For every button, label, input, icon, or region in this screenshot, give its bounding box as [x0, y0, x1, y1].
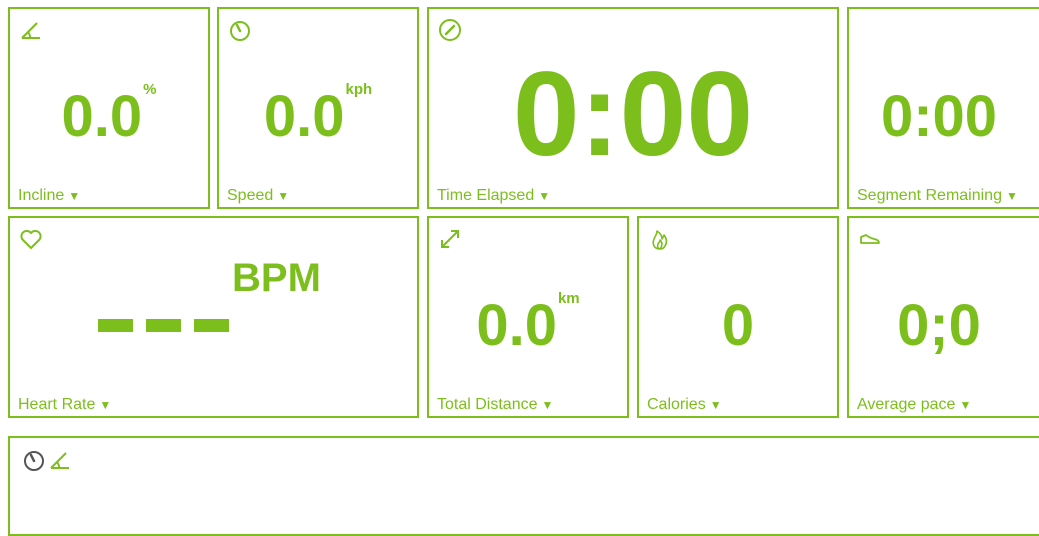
average-pace-value: 0;0	[897, 293, 981, 358]
workout-chart-panel	[8, 436, 1039, 536]
total-distance-label[interactable]: Total Distance ▼	[437, 396, 553, 414]
speedometer-icon	[228, 18, 252, 42]
time-elapsed-tile[interactable]: 0:00 Time Elapsed ▼	[427, 7, 839, 209]
calories-tile[interactable]: 0 Calories ▼	[637, 216, 839, 418]
segment-remaining-tile[interactable]: 0:00 Segment Remaining ▼	[847, 7, 1039, 209]
speed-value: 0.0kph	[263, 81, 373, 149]
expand-arrow-icon	[438, 227, 462, 251]
chart-icon-group	[22, 448, 72, 472]
incline-label[interactable]: Incline ▼	[18, 187, 80, 205]
calories-value: 0	[721, 293, 755, 358]
heart-rate-unit: BPM	[232, 256, 321, 300]
time-elapsed-value: 0:00	[512, 47, 754, 181]
speed-label[interactable]: Speed ▼	[227, 187, 289, 205]
shoe-icon	[858, 227, 882, 251]
incline-value: 0.0%	[61, 81, 157, 149]
total-distance-unit: km	[557, 290, 580, 307]
incline-unit: %	[143, 81, 157, 98]
dash	[194, 319, 229, 332]
dash	[146, 319, 181, 332]
dropdown-caret-icon[interactable]: ▼	[68, 189, 80, 203]
dropdown-caret-icon[interactable]: ▼	[710, 398, 722, 412]
calories-label[interactable]: Calories ▼	[647, 396, 722, 414]
time-elapsed-label[interactable]: Time Elapsed ▼	[437, 187, 550, 205]
speed-unit: kph	[345, 81, 373, 98]
total-distance-value: 0.0km	[476, 290, 580, 358]
dropdown-caret-icon[interactable]: ▼	[1006, 189, 1018, 203]
dash	[98, 319, 133, 332]
incline-icon	[19, 18, 43, 42]
speed-tile[interactable]: 0.0kph Speed ▼	[217, 7, 419, 209]
dropdown-caret-icon[interactable]: ▼	[99, 398, 111, 412]
heart-icon	[19, 227, 43, 251]
average-pace-label[interactable]: Average pace ▼	[857, 396, 971, 414]
dropdown-caret-icon[interactable]: ▼	[542, 398, 554, 412]
dropdown-caret-icon[interactable]: ▼	[538, 189, 550, 203]
dropdown-caret-icon[interactable]: ▼	[959, 398, 971, 412]
incline-tile[interactable]: 0.0% Incline ▼	[8, 7, 210, 209]
speedometer-icon	[22, 448, 46, 472]
flame-icon	[648, 227, 672, 251]
incline-icon	[48, 448, 72, 472]
heart-rate-label[interactable]: Heart Rate ▼	[18, 396, 111, 414]
dropdown-caret-icon[interactable]: ▼	[277, 189, 289, 203]
average-pace-tile[interactable]: 0;0 Average pace ▼	[847, 216, 1039, 418]
heart-rate-value	[98, 319, 229, 332]
segment-remaining-value: 0:00	[880, 84, 998, 149]
heart-rate-tile[interactable]: BPM Heart Rate ▼	[8, 216, 419, 418]
total-distance-tile[interactable]: 0.0km Total Distance ▼	[427, 216, 629, 418]
segment-remaining-label[interactable]: Segment Remaining ▼	[857, 187, 1018, 205]
stopwatch-icon	[438, 18, 462, 42]
